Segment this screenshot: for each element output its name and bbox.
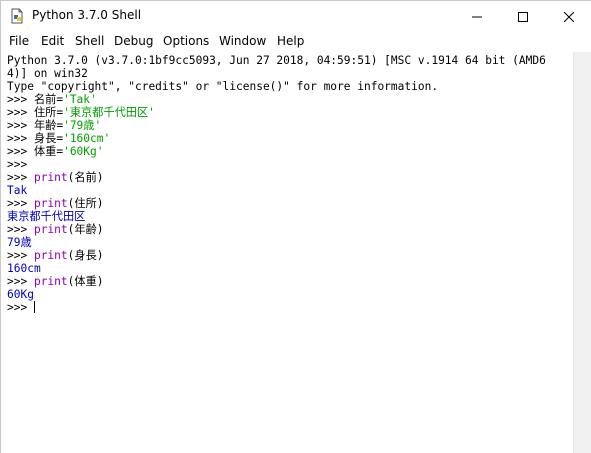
maximize-icon <box>518 11 528 22</box>
banner-line: 4)] on win32 <box>7 67 88 80</box>
vertical-scrollbar[interactable] <box>573 52 591 453</box>
shell-line: >>> print(年齢) <box>7 223 104 236</box>
string-literal: 'Tak' <box>63 93 97 106</box>
shell-line: >>> print(体重) <box>7 275 104 288</box>
title-bar[interactable]: Python 3.7.0 Shell <box>1 1 591 32</box>
string-literal: '160cm' <box>63 132 111 145</box>
maximize-button[interactable] <box>500 1 546 32</box>
close-button[interactable] <box>546 1 591 32</box>
menu-edit[interactable]: Edit <box>41 34 64 48</box>
shell-prompt: >>> <box>7 145 34 158</box>
menu-debug[interactable]: Debug <box>114 34 153 48</box>
shell-line: >>> <box>7 158 27 171</box>
call-args: (体重) <box>67 275 104 288</box>
shell-prompt: >>> <box>7 93 34 106</box>
string-literal: '60Kg' <box>63 145 104 158</box>
shell-line: >>> print(住所) <box>7 197 104 210</box>
shell-line: >>> 名前='Tak' <box>7 93 97 106</box>
output-line: Tak <box>7 184 28 197</box>
close-icon <box>564 11 574 22</box>
variable-name: 体重= <box>33 145 64 158</box>
menu-shell[interactable]: Shell <box>75 34 104 48</box>
shell-line: >>> 住所='東京都千代田区' <box>7 106 155 119</box>
call-args: (年齢) <box>67 223 104 236</box>
builtin-keyword: print <box>33 171 68 184</box>
builtin-keyword: print <box>33 275 68 288</box>
shell-prompt: >>> <box>7 223 34 236</box>
python-idle-icon <box>9 8 25 24</box>
minimize-icon <box>472 16 482 17</box>
shell-prompt: >>> <box>7 301 34 314</box>
banner-line: Type "copyright", "credits" or "license(… <box>7 80 439 93</box>
current-prompt-line[interactable]: >>> <box>7 301 35 314</box>
shell-prompt: >>> <box>7 197 34 210</box>
shell-prompt: >>> <box>7 158 28 171</box>
menu-file[interactable]: File <box>9 34 29 48</box>
shell-prompt: >>> <box>7 106 34 119</box>
variable-name: 年齢= <box>33 119 64 132</box>
string-literal: '79歳' <box>63 119 102 132</box>
builtin-keyword: print <box>33 197 68 210</box>
variable-name: 住所= <box>33 106 64 119</box>
variable-name: 身長= <box>33 132 64 145</box>
window-title: Python 3.7.0 Shell <box>32 8 142 22</box>
shell-line: >>> 身長='160cm' <box>7 132 110 145</box>
menu-options[interactable]: Options <box>163 34 209 48</box>
call-args: (名前) <box>67 171 104 184</box>
banner-line: Python 3.7.0 (v3.7.0:1bf9cc5093, Jun 27 … <box>7 54 546 67</box>
shell-line: >>> 年齢='79歳' <box>7 119 101 132</box>
minimize-button[interactable] <box>454 1 500 32</box>
shell-line: >>> print(名前) <box>7 171 104 184</box>
menu-window[interactable]: Window <box>219 34 266 48</box>
menu-help[interactable]: Help <box>277 34 304 48</box>
shell-prompt: >>> <box>7 119 34 132</box>
variable-name: 名前= <box>33 93 64 106</box>
call-args: (身長) <box>67 249 104 262</box>
output-line: 東京都千代田区 <box>7 210 86 223</box>
output-line: 60Kg <box>7 288 34 301</box>
shell-text-area[interactable]: Python 3.7.0 (v3.7.0:1bf9cc5093, Jun 27 … <box>1 52 573 453</box>
builtin-keyword: print <box>33 223 68 236</box>
shell-prompt: >>> <box>7 171 34 184</box>
shell-prompt: >>> <box>7 132 34 145</box>
shell-prompt: >>> <box>7 275 34 288</box>
shell-line: >>> 体重='60Kg' <box>7 145 104 158</box>
call-args: (住所) <box>67 197 104 210</box>
output-line: 79歳 <box>7 236 32 249</box>
output-line: 160cm <box>7 262 41 275</box>
idle-shell-window: Python 3.7.0 Shell File Edit Shell Debug… <box>0 0 591 453</box>
menu-bar: File Edit Shell Debug Options Window Hel… <box>1 32 591 52</box>
text-cursor <box>33 301 35 313</box>
shell-prompt: >>> <box>7 249 34 262</box>
builtin-keyword: print <box>33 249 68 262</box>
shell-line: >>> print(身長) <box>7 249 104 262</box>
string-literal: '東京都千代田区' <box>63 106 155 119</box>
